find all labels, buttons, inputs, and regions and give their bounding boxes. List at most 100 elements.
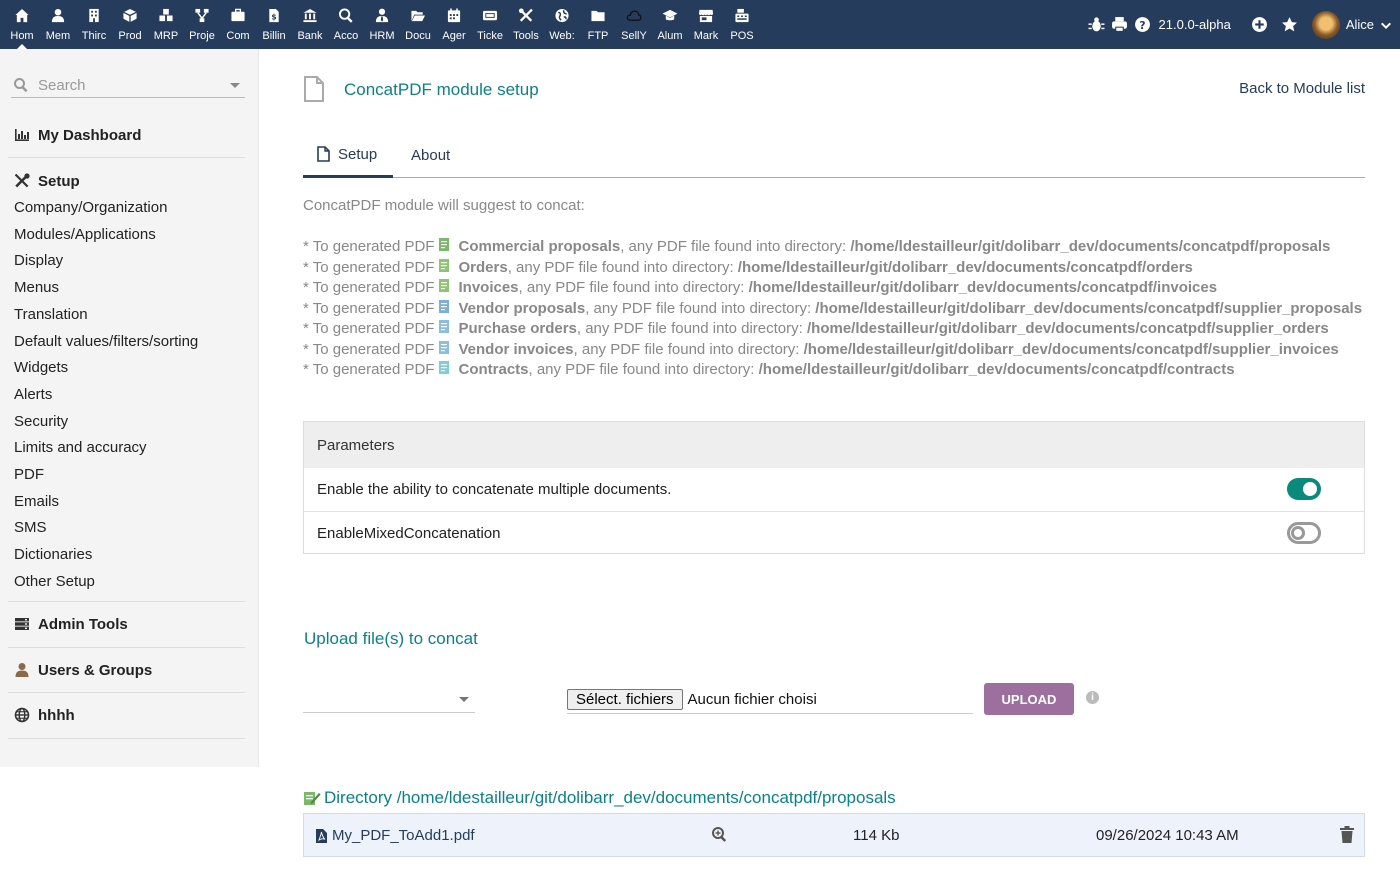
sidebar-item-company-organization[interactable]: Company/Organization <box>14 199 167 216</box>
upload-button[interactable]: UPLOAD <box>984 683 1074 715</box>
topmenu-item-mrp[interactable]: MRP <box>148 0 184 49</box>
file-icon <box>317 146 330 162</box>
sidebar-item-security[interactable]: Security <box>14 413 68 430</box>
sidebar-item-display[interactable]: Display <box>14 252 63 269</box>
param-label: EnableMixedConcatenation <box>317 524 501 542</box>
topmenu-item-com[interactable]: Com <box>220 0 256 49</box>
server-icon <box>15 618 29 630</box>
home-icon <box>14 8 30 27</box>
avatar[interactable] <box>1311 10 1340 39</box>
topmenu-label: Ticke <box>477 30 503 42</box>
concat-document-type: Orders <box>458 258 508 276</box>
file-icon <box>304 76 324 102</box>
topmenu-item-hrm[interactable]: HRM <box>364 0 400 49</box>
param-row-mixed-concatenation: EnableMixedConcatenation <box>304 511 1364 554</box>
zoom-icon[interactable] <box>711 826 728 843</box>
topmenu-item-prod[interactable]: Prod <box>112 0 148 49</box>
topmenu-label: Docu <box>405 30 431 42</box>
sidebar-section-dashboard[interactable]: My Dashboard <box>8 123 245 147</box>
topmenu-item-web[interactable]: Web: <box>544 0 580 49</box>
file-link[interactable]: My_PDF_ToAdd1.pdf <box>316 827 475 844</box>
print-icon[interactable] <box>1110 15 1130 35</box>
sidebar-item-widgets[interactable]: Widgets <box>14 359 68 376</box>
sidebar-section-users-groups[interactable]: Users & Groups <box>8 658 245 682</box>
sidebar-item-modules-applications[interactable]: Modules/Applications <box>14 226 156 243</box>
svg-text:?: ? <box>1139 19 1145 32</box>
sidebar-item-other-setup[interactable]: Other Setup <box>14 573 95 590</box>
concat-path: /home/ldestailleur/git/dolibarr_dev/docu… <box>815 299 1363 317</box>
topmenu-item-ager[interactable]: Ager <box>436 0 472 49</box>
topmenu-item-ticke[interactable]: Ticke <box>472 0 508 49</box>
cloud-icon <box>626 8 642 27</box>
search-box[interactable] <box>11 73 245 98</box>
version-label: 21.0.0-alpha <box>1158 17 1231 32</box>
file-size: 114 Kb <box>853 827 900 844</box>
topmenu-item-docu[interactable]: Docu <box>400 0 436 49</box>
concat-path: /home/ldestailleur/git/dolibarr_dev/docu… <box>737 258 1193 276</box>
toggle-on-icon[interactable] <box>1287 478 1321 500</box>
topmenu-item-mem[interactable]: Mem <box>40 0 76 49</box>
user-icon <box>15 663 29 677</box>
document-type-icon <box>434 340 458 359</box>
sidebar-item-sms[interactable]: SMS <box>14 519 47 536</box>
concat-mid-text: , any PDF file found into directory: <box>573 340 804 358</box>
parameters-header: Parameters <box>304 422 1364 468</box>
file-input[interactable]: Sélect. fichiers Aucun fichier choisi <box>567 685 973 714</box>
concat-document-type: Vendor invoices <box>458 340 574 358</box>
sidebar-section-hhhh[interactable]: hhhh <box>8 703 245 727</box>
sidebar-section-setup[interactable]: Setup <box>8 169 245 193</box>
sidebar-item-menus[interactable]: Menus <box>14 279 59 296</box>
directory-select[interactable] <box>303 685 475 713</box>
sidebar-section-admin-tools[interactable]: Admin Tools <box>8 612 245 636</box>
info-icon[interactable]: i <box>1086 691 1099 704</box>
sidebar-item-translation[interactable]: Translation <box>14 306 88 323</box>
topmenu-label: Thirc <box>81 30 107 42</box>
document-type-icon <box>434 360 458 379</box>
sidebar-item-pdf[interactable]: PDF <box>14 466 44 483</box>
back-to-module-list-link[interactable]: Back to Module list <box>1239 80 1365 97</box>
select-files-button[interactable]: Sélect. fichiers <box>567 688 683 710</box>
sidebar-item-limits-and-accuracy[interactable]: Limits and accuracy <box>14 439 147 456</box>
topmenu-item-mark[interactable]: Mark <box>688 0 724 49</box>
concat-line: * To generated PDF Orders, any PDF file f… <box>303 258 1193 277</box>
topmenu-item-thirc[interactable]: Thirc <box>76 0 112 49</box>
trash-icon[interactable] <box>1340 826 1354 843</box>
username[interactable]: Alice <box>1346 17 1374 32</box>
user-tie-icon <box>374 8 390 27</box>
toggle-off-icon[interactable] <box>1287 522 1321 544</box>
topmenu-item-billin[interactable]: $ Billin <box>256 0 292 49</box>
topmenu-item-alum[interactable]: Alum <box>652 0 688 49</box>
topmenu-item-ftp[interactable]: FTP <box>580 0 616 49</box>
calendar-icon <box>446 8 462 27</box>
tab-about[interactable]: About <box>411 133 450 178</box>
chevron-down-icon[interactable] <box>1380 19 1392 31</box>
chevron-down-icon[interactable] <box>230 83 240 88</box>
top-right-tools: ? 21.0.0-alpha Alice <box>1084 0 1392 49</box>
document-type-icon <box>434 278 458 297</box>
tools-icon <box>518 8 534 27</box>
bug-icon[interactable] <box>1087 15 1107 35</box>
concat-document-type: Vendor proposals <box>458 299 586 317</box>
help-icon[interactable]: ? <box>1133 15 1153 35</box>
sidebar-item-default-values-filters-sorting[interactable]: Default values/filters/sorting <box>14 333 198 350</box>
search-input[interactable] <box>38 76 218 94</box>
tab-setup[interactable]: Setup <box>303 133 393 178</box>
star-icon[interactable] <box>1280 15 1300 35</box>
topmenu-item-acco[interactable]: Acco <box>328 0 364 49</box>
topmenu-item-hom[interactable]: Hom <box>4 0 40 49</box>
file-name: My_PDF_ToAdd1.pdf <box>332 827 475 844</box>
chevron-down-icon[interactable] <box>459 697 469 702</box>
sidebar-item-dictionaries[interactable]: Dictionaries <box>14 546 92 563</box>
topmenu-item-bank[interactable]: Bank <box>292 0 328 49</box>
topmenu-item-pos[interactable]: POS <box>724 0 760 49</box>
sidebar-item-emails[interactable]: Emails <box>14 493 59 510</box>
cubes-icon <box>158 8 174 27</box>
concat-prefix: * To generated PDF <box>303 320 435 337</box>
plus-circle-icon[interactable] <box>1250 15 1270 35</box>
topmenu-item-tools[interactable]: Tools <box>508 0 544 49</box>
topmenu-item-proje[interactable]: Proje <box>184 0 220 49</box>
building-icon <box>86 8 102 27</box>
sidebar-item-alerts[interactable]: Alerts <box>14 386 52 403</box>
topmenu-item-selly[interactable]: SellY <box>616 0 652 49</box>
file-chosen-text: Aucun fichier choisi <box>687 690 817 708</box>
